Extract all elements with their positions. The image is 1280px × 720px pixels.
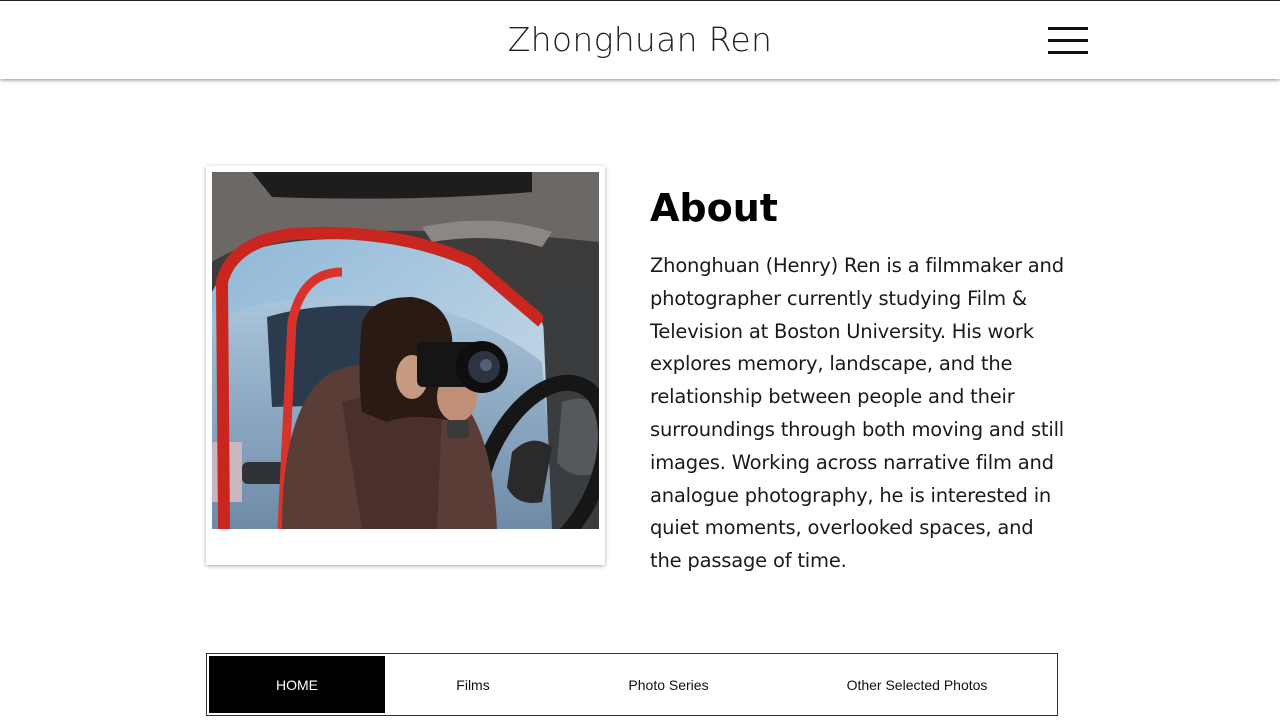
nav-item-home[interactable]: HOME xyxy=(209,656,385,713)
main-navigation: HOME Films Photo Series Other Selected P… xyxy=(206,653,1058,716)
menu-line xyxy=(1048,27,1088,30)
menu-line xyxy=(1048,51,1088,54)
profile-photo-frame xyxy=(206,166,605,565)
hamburger-menu-icon[interactable] xyxy=(1046,25,1090,57)
nav-item-films[interactable]: Films xyxy=(385,656,561,713)
about-heading: About xyxy=(650,186,778,230)
nav-item-other-selected-photos[interactable]: Other Selected Photos xyxy=(776,656,1058,713)
about-body-text: Zhonghuan (Henry) Ren is a filmmaker and… xyxy=(650,254,1065,573)
nav-item-photo-series[interactable]: Photo Series xyxy=(561,656,776,713)
profile-photo xyxy=(212,172,599,529)
site-header: Zhonghuan Ren xyxy=(0,0,1280,79)
menu-line xyxy=(1048,39,1088,42)
